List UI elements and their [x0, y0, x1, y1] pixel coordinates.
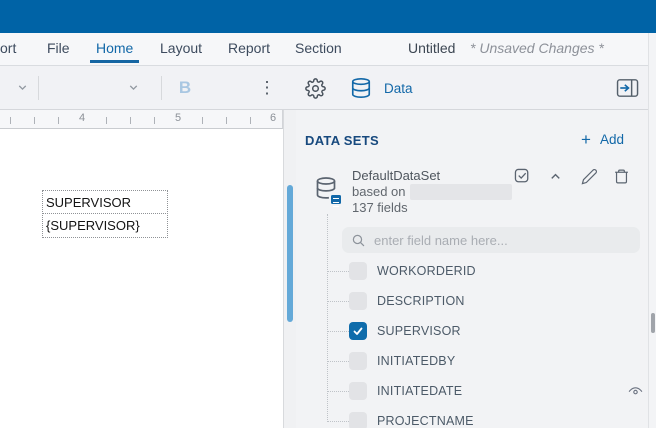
- overflow-menu-icon[interactable]: ⋮: [258, 75, 276, 101]
- field-label: INITIATEDATE: [377, 384, 462, 398]
- field-label: WORKORDERID: [377, 264, 476, 278]
- unsaved-changes-indicator: * Unsaved Changes *: [470, 40, 604, 56]
- field-label: DESCRIPTION: [377, 294, 465, 308]
- dataset-badge-icon: [330, 194, 342, 205]
- field-row-description: DESCRIPTION: [296, 286, 648, 316]
- field-checkbox-supervisor[interactable]: [349, 322, 367, 340]
- edit-dataset-icon[interactable]: [579, 166, 599, 186]
- field-checkbox-projectname[interactable]: [349, 412, 367, 428]
- bold-button[interactable]: B: [175, 76, 195, 100]
- field-checkbox-initiatedate[interactable]: [349, 382, 367, 400]
- validate-dataset-icon[interactable]: [512, 166, 532, 186]
- field-row-workorderid: WORKORDERID: [296, 256, 648, 286]
- dataset-database-icon: [315, 176, 341, 206]
- dataset-item[interactable]: DefaultDataSet based on 137 fields: [296, 166, 648, 226]
- ruler-number: 5: [175, 112, 181, 124]
- field-textbox[interactable]: {SUPERVISOR}: [42, 213, 168, 238]
- add-dataset-button[interactable]: + Add: [581, 131, 624, 148]
- field-list: WORKORDERID DESCRIPTION SUPERVISOR INITIATE…: [296, 256, 648, 428]
- dropdown-chevron-icon[interactable]: [14, 79, 30, 95]
- delete-dataset-icon[interactable]: [611, 166, 631, 186]
- ruler-tick: [10, 117, 11, 124]
- ruler-tick: [130, 117, 131, 124]
- field-label: INITIATEDBY: [377, 354, 455, 368]
- field-label: SUPERVISOR: [377, 324, 461, 338]
- field-checkbox-workorderid[interactable]: [349, 262, 367, 280]
- ruler-tick: [154, 117, 155, 124]
- ruler-tick: [226, 117, 227, 124]
- eye-icon[interactable]: [627, 383, 644, 400]
- panel-title: DATA SETS: [305, 133, 379, 148]
- gear-icon[interactable]: [303, 76, 327, 100]
- ruler-tick: [202, 117, 203, 124]
- search-icon: [351, 233, 366, 248]
- tree-connector: [327, 271, 349, 272]
- menu-item-file[interactable]: File: [47, 40, 70, 56]
- report-designer-window: ort Untitled * Unsaved Changes * File Hom…: [0, 0, 656, 428]
- ruler-number: 4: [79, 112, 85, 124]
- tree-connector: [327, 361, 349, 362]
- dataset-field-count: 137 fields: [352, 200, 512, 216]
- title-bar: [0, 0, 656, 33]
- toolbar-divider: [38, 76, 39, 100]
- panel-scrollbar-thumb[interactable]: [651, 313, 655, 333]
- toolbar: B ⋮ Data: [0, 66, 656, 110]
- collapse-dataset-chevron-icon[interactable]: [545, 166, 565, 186]
- dropdown-chevron-icon[interactable]: [125, 79, 141, 95]
- toolbar-divider: [161, 76, 162, 100]
- tree-connector: [327, 331, 349, 332]
- redacted-source-name: [410, 184, 512, 200]
- field-search-box[interactable]: [342, 227, 640, 253]
- field-row-projectname: PROJECTNAME: [296, 406, 648, 428]
- ruler-tick: [34, 117, 35, 124]
- ruler-tick: [58, 117, 59, 124]
- plus-icon: +: [581, 131, 591, 148]
- tree-connector: [327, 391, 349, 392]
- database-icon: [350, 76, 372, 100]
- field-row-supervisor: SUPERVISOR: [296, 316, 648, 346]
- menu-item-report[interactable]: Report: [228, 40, 270, 56]
- field-checkbox-initiatedby[interactable]: [349, 352, 367, 370]
- panel-scrollbar[interactable]: [648, 33, 656, 428]
- dataset-name: DefaultDataSet: [352, 168, 512, 184]
- add-label: Add: [600, 132, 624, 147]
- document-title: Untitled: [408, 40, 455, 56]
- canvas-scrollbar-thumb[interactable]: [287, 185, 293, 322]
- canvas-scrollbar[interactable]: [283, 110, 296, 428]
- menu-item-home[interactable]: Home: [96, 40, 133, 56]
- data-sets-panel: DATA SETS + Add DefaultDataSet based on: [296, 110, 648, 428]
- label-textbox[interactable]: SUPERVISOR: [42, 190, 168, 214]
- menu-bar: ort Untitled * Unsaved Changes * File Hom…: [0, 33, 656, 66]
- horizontal-ruler: 4 5 6: [0, 110, 283, 129]
- field-row-initiatedate: INITIATEDATE: [296, 376, 648, 406]
- field-checkbox-description[interactable]: [349, 292, 367, 310]
- collapse-panel-icon[interactable]: [614, 76, 642, 100]
- ruler-tick: [106, 117, 107, 124]
- field-label: PROJECTNAME: [377, 414, 474, 428]
- field-search-input[interactable]: [374, 233, 631, 248]
- ruler-number: 6: [270, 112, 276, 124]
- dataset-based-on: based on: [352, 184, 512, 200]
- based-on-label: based on: [352, 184, 406, 199]
- design-canvas[interactable]: SUPERVISOR {SUPERVISOR}: [0, 129, 283, 428]
- menu-item-section[interactable]: Section: [295, 40, 342, 56]
- ruler-tick: [250, 117, 251, 124]
- tree-connector: [327, 421, 349, 422]
- tab-data-label: Data: [384, 81, 413, 96]
- check-icon: [352, 325, 364, 337]
- menu-item-layout[interactable]: Layout: [160, 40, 202, 56]
- tab-data[interactable]: Data: [350, 74, 413, 102]
- field-row-initiatedby: INITIATEDBY: [296, 346, 648, 376]
- tree-connector: [327, 301, 349, 302]
- menu-item-truncated[interactable]: ort: [0, 40, 16, 56]
